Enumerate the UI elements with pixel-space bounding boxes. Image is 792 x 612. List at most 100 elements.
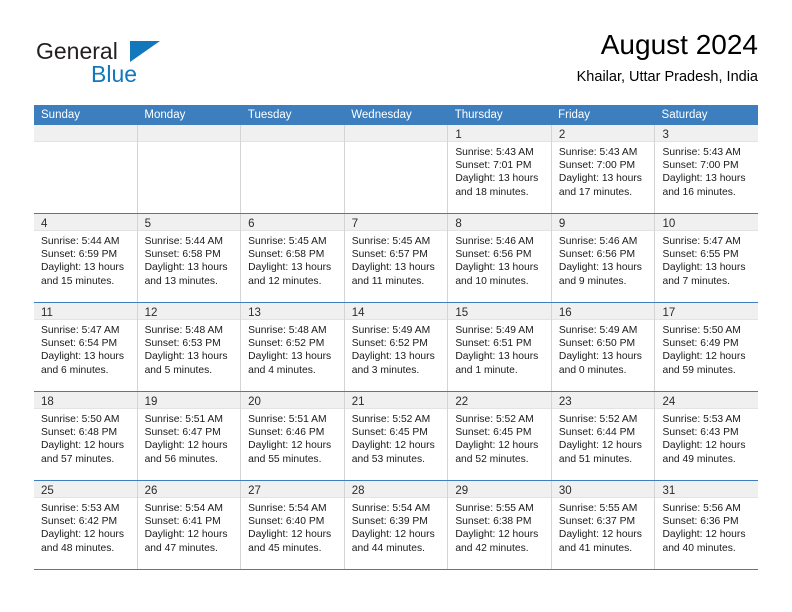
calendar-day-cell[interactable]: 27 Sunrise: 5:54 AM Sunset: 6:40 PM Dayligh… [241, 481, 345, 569]
day-number-band: 29 [448, 481, 551, 498]
day-sun-info: Sunrise: 5:56 AM Sunset: 6:36 PM Daylight:… [655, 498, 758, 555]
calendar-day-cell[interactable]: 3 Sunrise: 5:43 AM Sunset: 7:00 PM Daylight… [655, 125, 759, 213]
daylight-text: Daylight: 13 hours [455, 351, 539, 363]
calendar-day-cell[interactable]: 11 Sunrise: 5:47 AM Sunset: 6:54 PM Dayligh… [34, 303, 138, 391]
calendar-day-cell[interactable]: 4 Sunrise: 5:44 AM Sunset: 6:59 PM Daylight… [34, 214, 138, 302]
day-number-band: 24 [655, 392, 759, 409]
sunset-text: Sunset: 6:40 PM [248, 516, 325, 528]
daylight-text: Daylight: 13 hours [662, 262, 746, 274]
daylight-text: Daylight: 13 hours [248, 262, 332, 274]
sunset-text: Sunset: 6:55 PM [662, 249, 739, 261]
calendar-day-cell[interactable]: 8 Sunrise: 5:46 AM Sunset: 6:56 PM Daylight… [448, 214, 552, 302]
day-sun-info: Sunrise: 5:43 AM Sunset: 7:01 PM Daylight:… [448, 142, 551, 199]
day-sun-info: Sunrise: 5:52 AM Sunset: 6:44 PM Daylight:… [552, 409, 655, 466]
daylight-text: and 51 minutes. [558, 453, 633, 465]
calendar-day-cell[interactable]: 6 Sunrise: 5:45 AM Sunset: 6:58 PM Daylight… [241, 214, 345, 302]
daylight-text: Daylight: 12 hours [248, 440, 332, 452]
calendar-day-cell[interactable]: 12 Sunrise: 5:48 AM Sunset: 6:53 PM Dayligh… [137, 303, 242, 391]
calendar-day-cell[interactable]: 16 Sunrise: 5:49 AM Sunset: 6:50 PM Dayligh… [551, 303, 656, 391]
brand-name-blue: Blue [91, 61, 138, 87]
daylight-text: Daylight: 12 hours [662, 529, 746, 541]
daylight-text: Daylight: 12 hours [558, 529, 642, 541]
calendar-day-cell[interactable]: 5 Sunrise: 5:44 AM Sunset: 6:58 PM Daylight… [137, 214, 242, 302]
calendar-day-cell[interactable]: 29 Sunrise: 5:55 AM Sunset: 6:38 PM Dayligh… [448, 481, 552, 569]
weekday-header-wednesday: Wednesday [351, 109, 412, 121]
calendar-day-cell[interactable]: 30 Sunrise: 5:55 AM Sunset: 6:37 PM Dayligh… [551, 481, 656, 569]
day-sun-info: Sunrise: 5:45 AM Sunset: 6:58 PM Daylight:… [241, 231, 344, 288]
day-sun-info: Sunrise: 5:47 AM Sunset: 6:54 PM Daylight:… [34, 320, 137, 377]
calendar-day-cell[interactable]: 1 Sunrise: 5:43 AM Sunset: 7:01 PM Daylight… [448, 125, 552, 213]
sunset-text: Sunset: 6:52 PM [351, 338, 428, 350]
day-number-band: 10 [655, 214, 759, 231]
weekday-header-friday: Friday [558, 109, 591, 121]
day-number-band: 5 [137, 214, 241, 231]
day-number-band: 11 [34, 303, 137, 320]
sunset-text: Sunset: 6:56 PM [558, 249, 636, 261]
calendar-day-cell[interactable]: 28 Sunrise: 5:54 AM Sunset: 6:39 PM Dayligh… [344, 481, 449, 569]
calendar-day-cell-empty [344, 125, 449, 213]
page-subtitle: Khailar, Uttar Pradesh, India [576, 69, 758, 85]
sunrise-text: Sunrise: 5:54 AM [351, 503, 431, 514]
calendar-grid: Sunday Monday Tuesday Wednesday Thursday Frid… [34, 105, 759, 570]
sunrise-text: Sunrise: 5:55 AM [558, 503, 638, 514]
sunrise-text: Sunrise: 5:48 AM [144, 325, 223, 336]
day-number: 24 [662, 396, 676, 408]
calendar-day-cell[interactable]: 31 Sunrise: 5:56 AM Sunset: 6:36 PM Dayligh… [655, 481, 759, 569]
calendar-day-cell[interactable]: 2 Sunrise: 5:43 AM Sunset: 7:00 PM Daylight… [551, 125, 656, 213]
sunrise-text: Sunrise: 5:46 AM [558, 236, 638, 247]
calendar-day-cell[interactable]: 23 Sunrise: 5:52 AM Sunset: 6:44 PM Dayligh… [551, 392, 656, 480]
calendar-day-cell[interactable]: 21 Sunrise: 5:52 AM Sunset: 6:45 PM Dayligh… [344, 392, 449, 480]
sunrise-text: Sunrise: 5:44 AM [41, 236, 120, 247]
calendar-day-cell[interactable]: 24 Sunrise: 5:53 AM Sunset: 6:43 PM Dayligh… [655, 392, 759, 480]
sunrise-text: Sunrise: 5:47 AM [41, 325, 120, 336]
day-number-band: 16 [551, 303, 655, 320]
day-sun-info: Sunrise: 5:46 AM Sunset: 6:56 PM Daylight:… [448, 231, 551, 288]
calendar-day-cell[interactable]: 14 Sunrise: 5:49 AM Sunset: 6:52 PM Dayligh… [344, 303, 449, 391]
day-sun-info: Sunrise: 5:44 AM Sunset: 6:58 PM Daylight:… [138, 231, 241, 288]
calendar-week-row: 1 Sunrise: 5:43 AM Sunset: 7:01 PM Daylight… [34, 125, 759, 214]
day-number: 1 [455, 129, 462, 141]
calendar-day-cell[interactable]: 17 Sunrise: 5:50 AM Sunset: 6:49 PM Dayligh… [655, 303, 759, 391]
sunset-text: Sunset: 6:50 PM [558, 338, 636, 350]
day-sun-info: Sunrise: 5:48 AM Sunset: 6:52 PM Daylight:… [241, 320, 344, 377]
sunset-text: Sunset: 6:41 PM [144, 516, 221, 528]
sunrise-text: Sunrise: 5:52 AM [455, 414, 534, 425]
calendar-day-cell[interactable]: 19 Sunrise: 5:51 AM Sunset: 6:47 PM Dayligh… [137, 392, 242, 480]
calendar-day-cell[interactable]: 18 Sunrise: 5:50 AM Sunset: 6:48 PM Dayligh… [34, 392, 138, 480]
sunrise-text: Sunrise: 5:51 AM [248, 414, 327, 425]
day-number: 11 [41, 307, 53, 319]
calendar-day-cell[interactable]: 15 Sunrise: 5:49 AM Sunset: 6:51 PM Dayligh… [448, 303, 552, 391]
sunset-text: Sunset: 6:48 PM [41, 427, 118, 439]
calendar-day-cell[interactable]: 13 Sunrise: 5:48 AM Sunset: 6:52 PM Dayligh… [241, 303, 345, 391]
day-number-band [241, 125, 344, 142]
day-number: 19 [144, 396, 158, 408]
sunrise-text: Sunrise: 5:52 AM [351, 414, 431, 425]
daylight-text: and 17 minutes. [558, 186, 633, 198]
calendar-week-row: 4 Sunrise: 5:44 AM Sunset: 6:59 PM Daylight… [34, 214, 759, 303]
sunset-text: Sunset: 6:36 PM [662, 516, 739, 528]
day-number: 3 [662, 129, 669, 141]
day-number-band: 30 [551, 481, 655, 498]
daylight-text: Daylight: 13 hours [351, 351, 435, 363]
calendar-day-cell[interactable]: 22 Sunrise: 5:52 AM Sunset: 6:45 PM Dayligh… [448, 392, 552, 480]
sunset-text: Sunset: 6:37 PM [558, 516, 636, 528]
calendar-day-cell[interactable]: 7 Sunrise: 5:45 AM Sunset: 6:57 PM Daylight… [344, 214, 449, 302]
sunrise-text: Sunrise: 5:45 AM [351, 236, 431, 247]
calendar-day-cell[interactable]: 26 Sunrise: 5:54 AM Sunset: 6:41 PM Dayligh… [137, 481, 242, 569]
day-number-band: 23 [551, 392, 655, 409]
daylight-text: and 44 minutes. [351, 542, 426, 554]
day-number-band [344, 125, 448, 142]
daylight-text: Daylight: 13 hours [144, 262, 228, 274]
calendar-day-cell[interactable]: 20 Sunrise: 5:51 AM Sunset: 6:46 PM Dayligh… [241, 392, 345, 480]
day-number-band [137, 125, 241, 142]
day-number: 12 [144, 307, 158, 319]
calendar-day-cell[interactable]: 9 Sunrise: 5:46 AM Sunset: 6:56 PM Daylight… [551, 214, 656, 302]
day-number-band: 26 [137, 481, 241, 498]
daylight-text: Daylight: 13 hours [41, 351, 124, 363]
calendar-day-cell[interactable]: 10 Sunrise: 5:47 AM Sunset: 6:55 PM Dayligh… [655, 214, 759, 302]
brand-logo[interactable]: General Blue [34, 28, 234, 90]
sunset-text: Sunset: 7:01 PM [455, 160, 532, 172]
day-sun-info: Sunrise: 5:52 AM Sunset: 6:45 PM Daylight:… [448, 409, 551, 466]
day-sun-info: Sunrise: 5:49 AM Sunset: 6:51 PM Daylight:… [448, 320, 551, 377]
calendar-day-cell[interactable]: 25 Sunrise: 5:53 AM Sunset: 6:42 PM Dayligh… [34, 481, 138, 569]
